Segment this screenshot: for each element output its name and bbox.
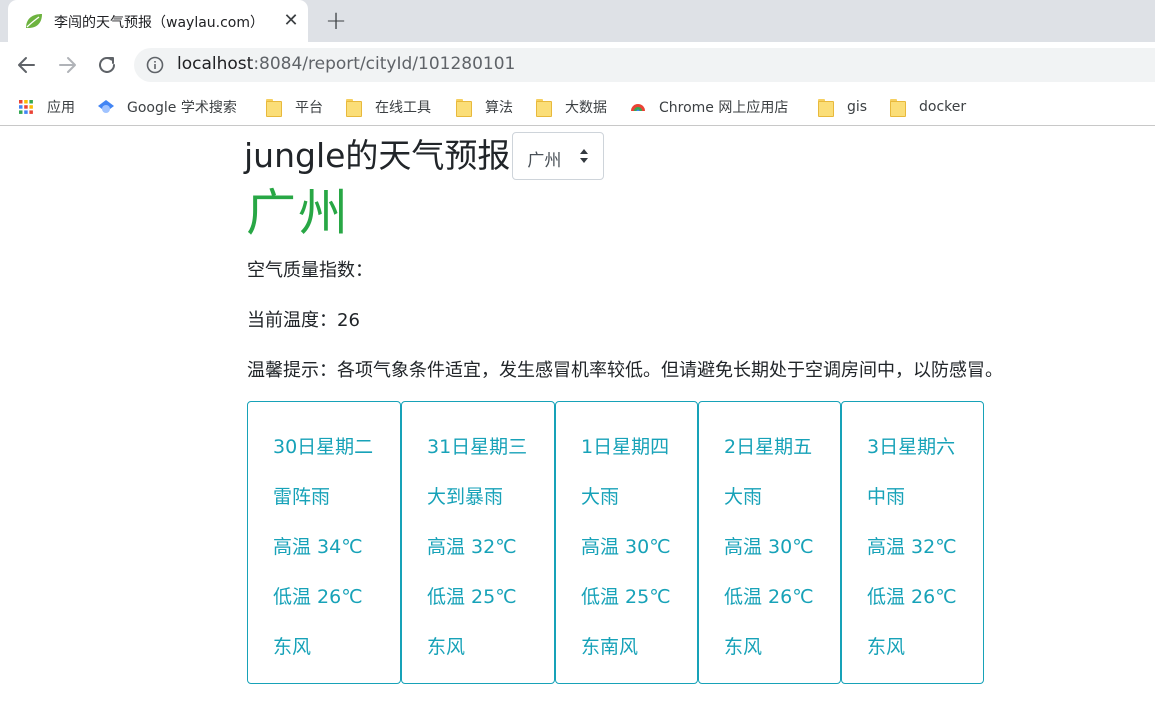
bookmark-label: Google 学术搜索 — [127, 100, 237, 116]
bookmark-scholar[interactable]: Google 学术搜索 — [98, 97, 237, 117]
forecast-wind: 东风 — [427, 636, 466, 658]
forecast-card: 3日星期六 中雨 高温 32℃ 低温 26℃ 东风 — [841, 401, 984, 684]
forecast-wind: 东风 — [867, 636, 906, 658]
folder-icon — [266, 99, 282, 117]
apps-grid-icon — [19, 100, 33, 114]
folder-icon — [346, 99, 362, 117]
bookmark-folder-gis[interactable]: gis — [818, 97, 867, 117]
forecast-low: 低温 26℃ — [273, 586, 363, 608]
folder-icon — [818, 99, 834, 117]
city-select[interactable]: 广州 — [512, 132, 605, 180]
forecast-wind: 东风 — [724, 636, 763, 658]
forecast-day: 31日星期三 — [427, 436, 528, 458]
bookmark-folder-docker[interactable]: docker — [890, 97, 966, 117]
tab-title: 李闯的天气预报（waylau.com） — [54, 15, 265, 31]
reload-icon[interactable] — [94, 52, 120, 78]
back-arrow-icon[interactable] — [14, 52, 40, 78]
forecast-high: 高温 30℃ — [581, 536, 671, 558]
forecast-high: 高温 30℃ — [724, 536, 814, 558]
tab-strip: 李闯的天气预报（waylau.com） ✕ + — [0, 0, 1155, 42]
forecast-high: 高温 34℃ — [273, 536, 363, 558]
forecast-card: 2日星期五 大雨 高温 30℃ 低温 26℃ 东风 — [698, 401, 841, 684]
browser-toolbar: localhost:8084/report/cityId/101280101 — [0, 42, 1155, 88]
leaf-favicon-icon — [26, 14, 42, 28]
page-content: jungle的天气预报 广州 广州 空气质量指数： 当前温度：26 温馨提示：各… — [0, 128, 1155, 709]
bookmark-folder-platform[interactable]: 平台 — [266, 97, 323, 117]
bookmarks-bar: 应用 Google 学术搜索 平台 在线工具 算法 大数据 Chrome 网上应… — [0, 88, 1155, 126]
city-select-value: 广州 — [527, 151, 562, 171]
weather-tip-text: 温馨提示：各项气象条件适宜，发生感冒机率较低。但请避免长期处于空调房间中，以防感… — [247, 360, 1003, 381]
page-title: jungle的天气预报 — [244, 136, 511, 175]
bookmark-folder-algorithms[interactable]: 算法 — [456, 97, 513, 117]
url-text[interactable]: localhost:8084/report/cityId/101280101 — [177, 54, 515, 74]
select-arrows-icon — [580, 149, 589, 163]
url-host: localhost — [177, 54, 254, 74]
forward-arrow-icon[interactable] — [54, 52, 80, 78]
forecast-low: 低温 26℃ — [724, 586, 814, 608]
bookmark-label: gis — [847, 99, 868, 115]
forecast-card: 31日星期三 大到暴雨 高温 32℃ 低温 25℃ 东风 — [401, 401, 555, 684]
bookmark-label: 大数据 — [565, 100, 607, 116]
current-temp-text: 当前温度：26 — [247, 310, 360, 331]
browser-tab[interactable]: 李闯的天气预报（waylau.com） ✕ — [8, 0, 308, 42]
folder-icon — [536, 99, 552, 117]
forecast-low: 低温 25℃ — [581, 586, 671, 608]
folder-icon — [456, 99, 472, 117]
site-info-icon[interactable] — [146, 56, 164, 74]
bookmark-label: Chrome 网上应用店 — [659, 100, 789, 116]
forecast-weather: 大雨 — [581, 486, 620, 508]
bookmark-webstore[interactable]: Chrome 网上应用店 — [630, 97, 788, 117]
forecast-day: 30日星期二 — [273, 436, 374, 458]
city-name: 广州 — [246, 184, 350, 242]
webstore-icon — [631, 104, 645, 111]
forecast-day: 2日星期五 — [724, 436, 813, 458]
forecast-day: 1日星期四 — [581, 436, 670, 458]
bookmark-label: 平台 — [295, 100, 323, 116]
tab-close-icon[interactable]: ✕ — [280, 10, 302, 32]
bookmark-folder-tools[interactable]: 在线工具 — [346, 97, 431, 117]
forecast-high: 高温 32℃ — [427, 536, 517, 558]
forecast-wind: 东南风 — [581, 636, 639, 658]
url-path: :8084/report/cityId/101280101 — [253, 54, 516, 74]
forecast-low: 低温 26℃ — [867, 586, 957, 608]
bookmark-label: docker — [919, 99, 967, 115]
page-heading: jungle的天气预报 广州 — [244, 132, 605, 180]
forecast-wind: 东风 — [273, 636, 312, 658]
forecast-card: 1日星期四 大雨 高温 30℃ 低温 25℃ 东南风 — [555, 401, 698, 684]
bookmark-label: 在线工具 — [375, 100, 431, 116]
scholar-icon — [98, 100, 114, 113]
folder-icon — [890, 99, 906, 117]
forecast-high: 高温 32℃ — [867, 536, 957, 558]
new-tab-button[interactable]: + — [322, 8, 350, 36]
forecast-weather: 大雨 — [724, 486, 763, 508]
bookmark-apps[interactable]: 应用 — [18, 97, 75, 117]
forecast-day: 3日星期六 — [867, 436, 956, 458]
address-bar[interactable]: localhost:8084/report/cityId/101280101 — [134, 48, 1155, 82]
bookmark-folder-bigdata[interactable]: 大数据 — [536, 97, 607, 117]
forecast-low: 低温 25℃ — [427, 586, 517, 608]
bookmark-label: 算法 — [485, 100, 513, 116]
aqi-text: 空气质量指数： — [247, 260, 373, 281]
bookmark-label: 应用 — [47, 100, 75, 116]
forecast-weather: 大到暴雨 — [427, 486, 504, 508]
forecast-weather: 中雨 — [867, 486, 906, 508]
forecast-weather: 雷阵雨 — [273, 486, 331, 508]
forecast-card: 30日星期二 雷阵雨 高温 34℃ 低温 26℃ 东风 — [247, 401, 401, 684]
